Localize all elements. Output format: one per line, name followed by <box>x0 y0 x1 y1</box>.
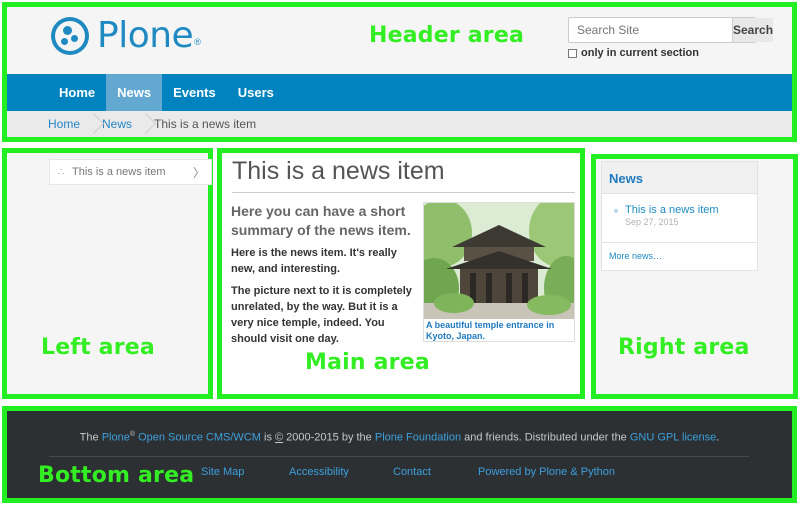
left-nav-item[interactable]: ∴ This is a news item 〉 <box>49 159 212 185</box>
footer-plone-link[interactable]: Plone <box>102 432 130 444</box>
footer-colophon: The Plone® Open Source CMS/WCM is © 2000… <box>79 431 720 444</box>
main-navigation: Home News Events Users <box>7 74 792 111</box>
current-section-label: only in current section <box>581 47 699 59</box>
footer-powered-by-link[interactable]: Powered by Plone & Python <box>478 466 615 478</box>
logo-registered-mark: ® <box>194 36 201 47</box>
header-area: Plone ® Search only in current section H… <box>2 2 797 142</box>
left-area-label: Left area <box>41 335 155 360</box>
bottom-area-label: Bottom area <box>38 463 195 488</box>
news-summary: Here you can have a short summary of the… <box>231 203 411 238</box>
footer-license-link[interactable]: GNU GPL license <box>630 432 716 444</box>
plone-logo[interactable]: Plone ® <box>51 15 201 56</box>
news-portlet: News This is a news item Sep 27, 2015 Mo… <box>601 161 758 271</box>
news-paragraph: Here is the news item. It's really new, … <box>231 247 397 275</box>
current-section-checkbox[interactable] <box>568 48 577 58</box>
news-portlet-item-title[interactable]: This is a news item <box>625 204 719 216</box>
main-area-label: Main area <box>305 350 430 375</box>
image-caption[interactable]: A beautiful temple entrance in Kyoto, Ja… <box>424 319 574 343</box>
bullet-icon <box>614 209 618 213</box>
right-area-label: Right area <box>618 335 750 360</box>
plone-logo-icon <box>51 16 89 55</box>
page-title: This is a news item <box>232 157 445 185</box>
breadcrumb-separator-icon <box>138 111 148 137</box>
footer-sitemap-link[interactable]: Site Map <box>201 466 244 478</box>
footer-contact-link[interactable]: Contact <box>393 466 431 478</box>
copyright-icon: © <box>275 431 284 444</box>
news-portlet-item-date: Sep 27, 2015 <box>625 217 679 227</box>
breadcrumb-home[interactable]: Home <box>48 117 80 131</box>
search-button[interactable]: Search <box>732 18 774 42</box>
news-portlet-item[interactable]: This is a news item <box>602 194 757 216</box>
breadcrumb-current: This is a news item <box>154 117 257 131</box>
footer-accessibility-link[interactable]: Accessibility <box>289 466 349 478</box>
bottom-area: The Plone® Open Source CMS/WCM is © 2000… <box>2 406 797 503</box>
chevron-right-icon: 〉 <box>192 165 205 180</box>
footer-divider <box>49 456 749 457</box>
footer-foundation-link[interactable]: Plone Foundation <box>375 432 461 444</box>
more-news-link[interactable]: More news… <box>602 242 757 261</box>
right-area: News This is a news item Sep 27, 2015 Mo… <box>591 154 798 399</box>
rss-icon: ∴ <box>57 166 65 178</box>
left-nav-item-label: This is a news item <box>72 166 166 178</box>
left-area: ∴ This is a news item 〉 Left area <box>2 148 213 399</box>
main-area: This is a news item Here you can have a … <box>217 148 585 399</box>
current-section-option[interactable]: only in current section <box>568 47 699 59</box>
header-area-label: Header area <box>369 23 525 48</box>
temple-photo[interactable] <box>424 203 574 319</box>
nav-news[interactable]: News <box>106 74 163 111</box>
news-paragraph: The picture next to it is completely unr… <box>231 285 412 345</box>
news-image-figure: A beautiful temple entrance in Kyoto, Ja… <box>423 202 575 342</box>
breadcrumb-news[interactable]: News <box>102 117 132 131</box>
breadcrumb-separator-icon <box>86 111 96 137</box>
nav-users[interactable]: Users <box>227 74 285 111</box>
footer-oss-link[interactable]: Open Source CMS/WCM <box>138 432 261 444</box>
search-input[interactable] <box>569 18 732 42</box>
nav-home[interactable]: Home <box>48 74 106 111</box>
search-form: Search <box>568 17 774 43</box>
logo-text: Plone <box>97 15 194 56</box>
title-divider <box>232 192 575 193</box>
nav-events[interactable]: Events <box>162 74 227 111</box>
breadcrumb: Home News This is a news item <box>7 111 792 137</box>
news-portlet-title[interactable]: News <box>602 162 757 194</box>
